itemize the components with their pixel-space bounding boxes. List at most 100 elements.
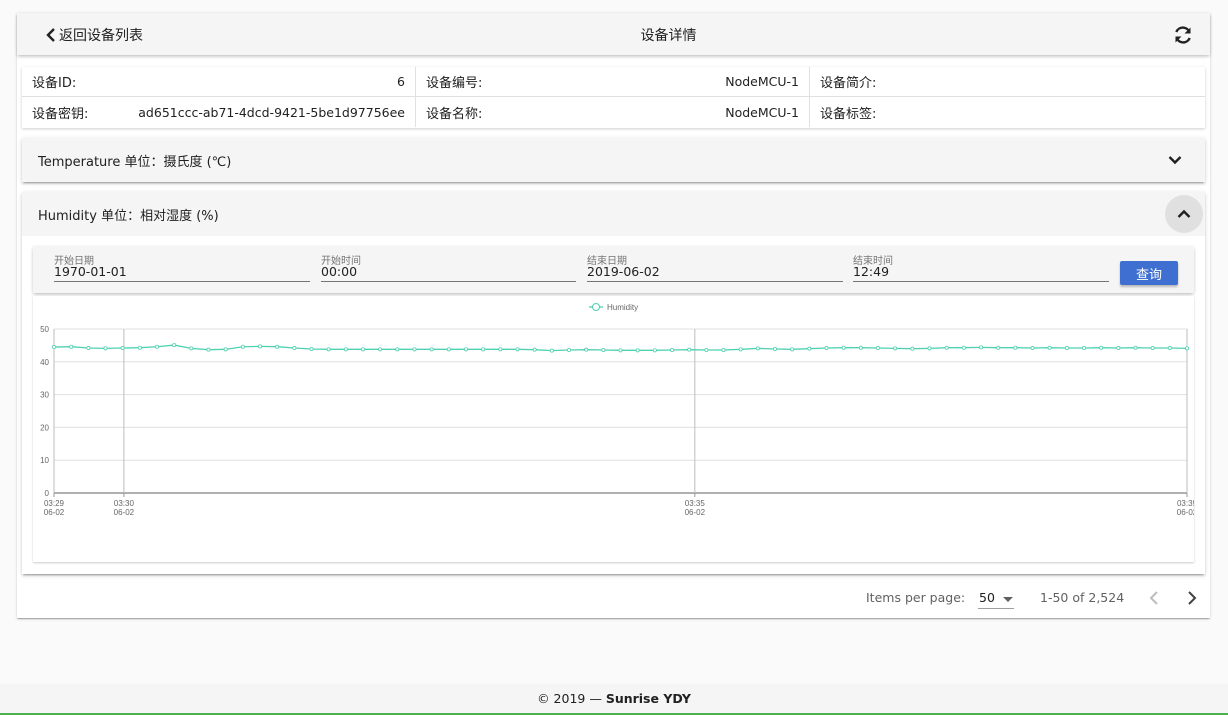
page-size-value: 50 [979, 590, 995, 605]
humidity-data-point [584, 347, 589, 352]
humidity-data-point [137, 345, 142, 350]
start-time-field[interactable]: 开始时间 00:00 [321, 252, 576, 282]
humidity-data-point [670, 347, 675, 352]
footer-copyright: © 2019 — [537, 691, 606, 706]
humidity-data-point [172, 343, 177, 348]
humidity-data-point [1030, 346, 1035, 351]
humidity-data-point [704, 347, 709, 352]
device-number-cell: 设备编号: NodeMCU-1 [416, 67, 810, 97]
end-date-field[interactable]: 结束日期 2019-06-02 [587, 252, 843, 282]
footer-brand: Sunrise YDY [605, 691, 691, 706]
humidity-data-point [86, 346, 91, 351]
humidity-data-point [481, 347, 486, 352]
query-button[interactable]: 查询 [1120, 261, 1178, 285]
y-tick-label: 50 [40, 325, 49, 334]
humidity-data-point [635, 348, 640, 353]
humidity-data-point [51, 345, 56, 350]
start-date-field[interactable]: 开始日期 1970-01-01 [54, 252, 310, 282]
humidity-data-point [567, 347, 572, 352]
humidity-chart: 0 10 20 30 40 50 03:29 06-02 03:30 06-02 03:35 06-0… [33, 296, 1194, 562]
humidity-data-point [979, 345, 984, 350]
humidity-data-point [446, 347, 451, 352]
y-tick-label: 0 [45, 489, 50, 498]
humidity-data-point [824, 346, 829, 351]
x-tick-date-label: 06-02 [114, 508, 135, 517]
x-tick-time-label: 03:29 [44, 499, 65, 508]
end-time-value: 12:49 [853, 264, 890, 279]
device-name-cell: 设备名称: NodeMCU-1 [416, 97, 810, 127]
humidity-data-point [326, 347, 331, 352]
y-tick-label: 30 [40, 391, 49, 400]
humidity-data-point [69, 344, 74, 349]
humidity-data-point [773, 347, 778, 352]
dropdown-arrow-icon [1003, 597, 1013, 602]
humidity-panel-header[interactable]: Humidity 单位：相对湿度 (%) [22, 192, 1205, 236]
refresh-icon[interactable] [1173, 25, 1193, 45]
humidity-data-point [927, 346, 932, 351]
y-tick-label: 10 [40, 456, 49, 465]
humidity-data-point [206, 347, 211, 352]
device-name-value: NodeMCU-1 [725, 104, 799, 120]
end-time-field[interactable]: 结束时间 12:49 [853, 252, 1109, 282]
humidity-data-point [275, 344, 280, 349]
device-key-label: 设备密钥: [32, 106, 89, 122]
humidity-data-point [429, 347, 434, 352]
device-name-label: 设备名称: [426, 106, 483, 122]
humidity-data-point [309, 347, 314, 352]
humidity-data-point [601, 347, 606, 352]
y-tick-label: 40 [40, 358, 49, 367]
device-number-value: NodeMCU-1 [725, 74, 799, 89]
paginator: Items per page: 50 1-50 of 2,524 [17, 579, 1210, 618]
temperature-panel: Temperature 单位：摄氏度 (℃) [22, 138, 1205, 182]
x-tick-date-label: 06-02 [685, 508, 706, 517]
y-tick-label: 20 [40, 423, 49, 432]
query-bar: 开始日期 1970-01-01 开始时间 00:00 结束日期 2019-06-… [33, 246, 1194, 293]
items-per-page-label: Items per page: [866, 590, 966, 605]
humidity-data-point [412, 347, 417, 352]
start-time-value: 00:00 [321, 264, 358, 279]
humidity-data-point [257, 344, 262, 349]
humidity-data-point [378, 347, 383, 352]
x-tick-time-label: 03:35 [685, 499, 706, 508]
humidity-data-point [876, 346, 881, 351]
collapse-toggle[interactable] [1165, 195, 1203, 233]
humidity-data-point [155, 344, 160, 349]
legend-marker [592, 303, 600, 311]
device-id-cell: 设备ID: 6 [22, 67, 416, 97]
footer: © 2019 — Sunrise YDY [0, 684, 1228, 713]
toolbar: 返回设备列表 设备详情 [17, 13, 1210, 55]
humidity-data-point [755, 346, 760, 351]
humidity-data-point [1133, 345, 1138, 350]
humidity-data-point [687, 347, 692, 352]
humidity-data-point [240, 344, 245, 349]
humidity-data-point [721, 347, 726, 352]
humidity-data-point [549, 348, 554, 353]
humidity-data-point [910, 346, 915, 351]
expand-toggle[interactable] [1160, 145, 1190, 175]
temperature-panel-title: Temperature 单位：摄氏度 (℃) [38, 154, 232, 170]
x-tick-date-label: 06-02 [44, 508, 65, 517]
previous-page-button[interactable] [1146, 589, 1162, 607]
next-page-button[interactable] [1184, 589, 1200, 607]
humidity-data-point [738, 347, 743, 352]
humidity-data-point [463, 347, 468, 352]
chevron-down-icon [1168, 156, 1182, 165]
device-tag-cell: 设备标签: [810, 97, 1205, 127]
temperature-panel-header[interactable]: Temperature 单位：摄氏度 (℃) [22, 138, 1205, 182]
humidity-data-point [1185, 346, 1190, 351]
humidity-chart-svg: 0102030405003:2906-0203:3006-0203:3506-0… [40, 303, 1194, 517]
humidity-data-point [1167, 346, 1172, 351]
page-size-select[interactable]: 50 [978, 587, 1014, 609]
page-title: 设备详情 [640, 28, 697, 44]
humidity-data-point [292, 346, 297, 351]
humidity-data-point [395, 347, 400, 352]
left-edge [0, 0, 2, 715]
humidity-data-point [961, 345, 966, 350]
humidity-data-point [1064, 346, 1069, 351]
humidity-data-point [189, 346, 194, 351]
device-number-label: 设备编号: [426, 76, 483, 91]
humidity-data-point [1013, 345, 1018, 350]
device-key-cell: 设备密钥: ad651ccc-ab71-4dcd-9421-5be1d97756… [22, 97, 416, 127]
humidity-data-point [652, 348, 657, 353]
humidity-data-point [360, 347, 365, 352]
